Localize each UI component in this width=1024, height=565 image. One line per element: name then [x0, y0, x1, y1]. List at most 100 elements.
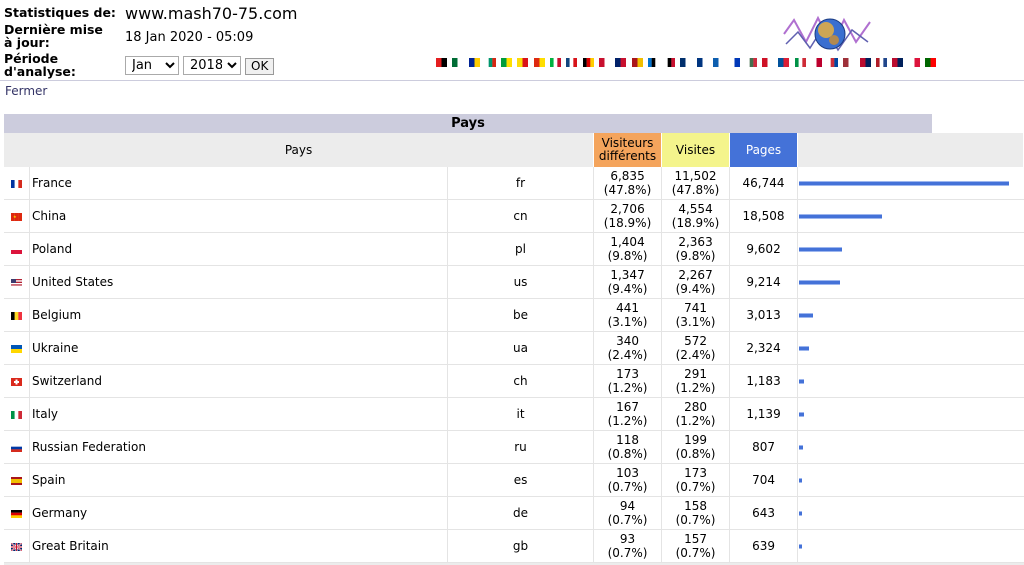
country-name: France: [30, 167, 448, 200]
pages-bar-cell: [798, 200, 1024, 233]
awstats-globe-logo: [783, 15, 871, 52]
language-flag-icon[interactable]: [761, 56, 774, 67]
close-link[interactable]: Fermer: [5, 84, 47, 98]
country-name: Germany: [30, 497, 448, 530]
language-flag-icon[interactable]: [794, 56, 806, 67]
col-header-country: Pays: [4, 133, 595, 167]
pages-value: 704: [730, 464, 799, 497]
country-code: ch: [448, 365, 595, 398]
language-flag-icon[interactable]: [908, 56, 920, 67]
visitors-cell: 2,706 (18.9%): [594, 200, 663, 233]
language-flag-icon[interactable]: [713, 56, 725, 67]
language-flag-icon[interactable]: [827, 56, 839, 67]
country-name: Spain: [30, 464, 448, 497]
language-flag-icon[interactable]: [745, 56, 757, 67]
site-name: www.mash70-75.com: [125, 4, 298, 23]
visits-value: 291: [684, 367, 707, 381]
visitors-value: 167: [616, 400, 639, 414]
language-flag-icon[interactable]: [892, 56, 904, 67]
country-name: Ukraine: [30, 332, 448, 365]
visits-value: 158: [684, 499, 707, 513]
pages-bar: [799, 378, 805, 384]
language-flag-icon[interactable]: [517, 56, 529, 67]
language-flag-icon[interactable]: [550, 56, 562, 67]
visits-percent: (9.8%): [675, 249, 716, 263]
countries-table-wrap: Pays Visiteurs différents Visites Pages F…: [4, 133, 1024, 565]
language-flag-icon[interactable]: [582, 56, 594, 67]
pages-bar-cell: [798, 497, 1024, 530]
visitors-cell: 94 (0.7%): [594, 497, 663, 530]
ua-flag-icon: [4, 332, 30, 365]
visits-cell: 158 (0.7%): [662, 497, 731, 530]
country-code: gb: [448, 530, 595, 563]
visitors-cell: 167 (1.2%): [594, 398, 663, 431]
language-flag-icon[interactable]: [843, 56, 855, 67]
table-row: Ukraine ua 340 (2.4%) 572 (2.4%) 2,324: [4, 332, 1024, 365]
language-flag-icon[interactable]: [859, 56, 871, 67]
language-flag-icon[interactable]: [810, 56, 822, 67]
table-row: Switzerland ch 173 (1.2%) 291 (1.2%) 1,183: [4, 365, 1024, 398]
language-flag-icon[interactable]: [501, 56, 513, 67]
language-flag-icon[interactable]: [436, 56, 448, 67]
table-row: Poland pl 1,404 (9.8%) 2,363 (9.8%) 9,602: [4, 233, 1024, 266]
country-code: ru: [448, 431, 595, 464]
visits-percent: (1.2%): [675, 381, 716, 395]
language-flag-icon[interactable]: [631, 56, 643, 67]
language-flag-icon[interactable]: [664, 56, 676, 67]
country-name: Belgium: [30, 299, 448, 332]
visits-value: 741: [684, 301, 707, 315]
table-row: United States us 1,347 (9.4%) 2,267 (9.4%)…: [4, 266, 1024, 299]
language-flag-icon[interactable]: [647, 56, 659, 67]
language-flag-icon[interactable]: [696, 56, 708, 67]
pages-bar: [799, 444, 804, 450]
col-header-bar: [798, 133, 1024, 167]
col-header-visitors: Visiteurs différents: [594, 133, 663, 167]
visits-value: 2,363: [678, 235, 713, 249]
language-flag-icon[interactable]: [566, 56, 578, 67]
pl-flag-icon: [4, 233, 30, 266]
table-row: Germany de 94 (0.7%) 158 (0.7%) 643: [4, 497, 1024, 530]
visits-value: 157: [684, 532, 707, 546]
pages-bar: [799, 477, 803, 483]
pages-value: 3,013: [730, 299, 799, 332]
ok-button[interactable]: OK: [245, 58, 275, 75]
country-code: fr: [448, 167, 595, 200]
visitors-cell: 103 (0.7%): [594, 464, 663, 497]
visits-cell: 572 (2.4%): [662, 332, 731, 365]
language-flag-icon[interactable]: [598, 56, 611, 67]
visitors-header-line2: différents: [598, 149, 657, 163]
update-date: 18 Jan 2020 - 05:09: [125, 30, 254, 45]
table-row: Belgium be 441 (3.1%) 741 (3.1%) 3,013: [4, 299, 1024, 332]
language-flag-icon[interactable]: [484, 56, 496, 67]
visits-value: 4,554: [678, 202, 713, 216]
language-flag-icon[interactable]: [680, 56, 692, 67]
pages-bar: [799, 246, 843, 252]
visitors-cell: 441 (3.1%): [594, 299, 663, 332]
stats-label: Statistiques de:: [4, 5, 116, 20]
visitors-value: 1,404: [610, 235, 645, 249]
language-flag-icon[interactable]: [778, 56, 790, 67]
language-flag-icon[interactable]: [615, 56, 627, 67]
pages-bar: [799, 213, 883, 219]
visitors-percent: (0.7%): [607, 480, 648, 494]
visits-percent: (9.4%): [675, 282, 716, 296]
country-name: United States: [30, 266, 448, 299]
year-select[interactable]: 2018: [183, 56, 241, 75]
fr-flag-icon: [4, 167, 30, 200]
pages-value: 643: [730, 497, 799, 530]
country-code: us: [448, 266, 595, 299]
language-flag-icon[interactable]: [533, 56, 545, 67]
language-flag-icon[interactable]: [876, 56, 888, 67]
visits-percent: (47.8%): [671, 183, 720, 197]
country-code: cn: [448, 200, 595, 233]
visitors-value: 1,347: [610, 268, 645, 282]
month-select[interactable]: Jan: [125, 56, 179, 75]
language-flag-icon[interactable]: [452, 56, 464, 67]
visitors-value: 94: [619, 499, 636, 513]
table-row: ★ China cn 2,706 (18.9%) 4,554 (18.9%) 18,…: [4, 200, 1024, 233]
language-flag-icon[interactable]: [468, 56, 480, 67]
country-name: Great Britain: [30, 530, 448, 563]
language-flag-icon[interactable]: [924, 56, 937, 67]
visitors-value: 103: [616, 466, 639, 480]
language-flag-icon[interactable]: [729, 56, 741, 67]
